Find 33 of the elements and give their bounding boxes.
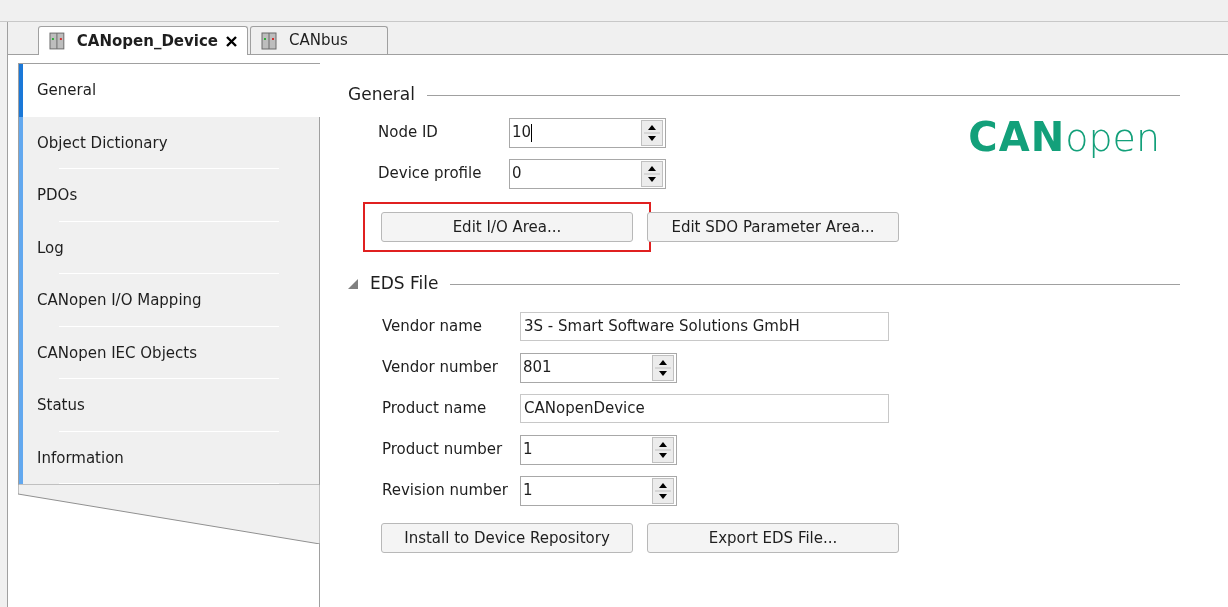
button[interactable]: Edit I/O Area... (381, 212, 633, 242)
sidebar-item[interactable]: General (19, 64, 320, 117)
spin-field[interactable]: 0 (509, 158, 666, 189)
field-label: Vendor number (382, 357, 499, 379)
editor-tab[interactable]: CANbus (250, 26, 388, 54)
editor-tab[interactable]: CANopen_Device (38, 26, 248, 55)
spin-field[interactable]: 1 (520, 434, 677, 465)
device-icon (49, 32, 65, 50)
spin-field[interactable]: 1 (520, 475, 677, 506)
button[interactable]: Export EDS File... (647, 523, 899, 553)
spin-field[interactable]: 801 (520, 352, 677, 383)
canopen-logo: CANopen (968, 117, 1160, 162)
section-title: EDS File (370, 272, 439, 296)
field-label: Product number (382, 439, 504, 461)
spinner-icon[interactable] (641, 119, 663, 146)
text-field[interactable]: CANopenDevice (520, 394, 889, 423)
collapse-triangle-icon[interactable] (348, 279, 358, 289)
spinner-icon[interactable] (652, 354, 674, 381)
close-icon[interactable] (226, 35, 237, 47)
button[interactable]: Edit SDO Parameter Area... (647, 212, 899, 242)
spinner-icon[interactable] (652, 477, 674, 504)
spinner-icon[interactable] (652, 436, 674, 463)
field-label: Product name (382, 398, 488, 420)
text-field[interactable]: 3S - Smart Software Solutions GmbH (520, 312, 889, 341)
field-label: Node ID (378, 122, 439, 144)
spinner-icon[interactable] (641, 160, 663, 187)
button[interactable]: Install to Device Repository (381, 523, 633, 553)
device-icon (261, 31, 277, 50)
field-label: Vendor name (382, 316, 483, 338)
spin-field[interactable]: 10 (509, 117, 666, 148)
section-title: General (348, 83, 415, 107)
field-label: Device profile (378, 163, 483, 185)
field-label: Revision number (382, 480, 509, 502)
